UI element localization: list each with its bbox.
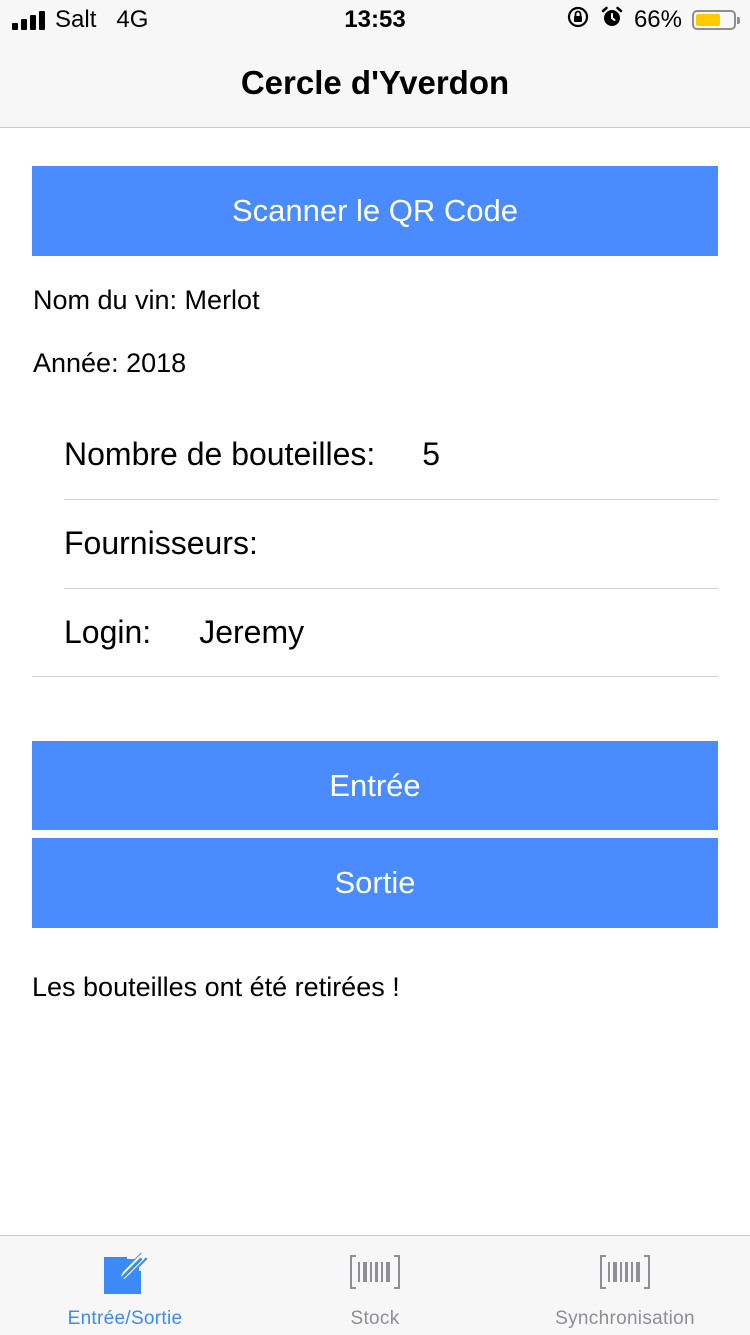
bottles-label: Nombre de bouteilles: — [64, 436, 376, 472]
suppliers-label: Fournisseurs: — [64, 525, 258, 561]
wine-year-text: Année: 2018 — [33, 348, 187, 378]
navigation-bar: Cercle d'Yverdon — [0, 40, 750, 128]
battery-level — [696, 14, 720, 26]
tab-label-entree-sortie: Entrée/Sortie — [67, 1308, 183, 1329]
edit-icon — [0, 1250, 250, 1294]
login-row: Login: Jeremy — [64, 588, 718, 677]
battery-percent: 66% — [633, 6, 682, 33]
status-right: 66% — [566, 5, 740, 36]
tab-entree-sortie[interactable]: Entrée/Sortie — [0, 1236, 250, 1335]
tab-stock[interactable]: Stock — [250, 1236, 500, 1335]
wine-name-text: Nom du vin: Merlot — [33, 285, 260, 315]
entree-button[interactable]: Entrée — [32, 741, 718, 830]
tab-synchronisation[interactable]: Synchronisation — [500, 1236, 750, 1335]
login-label: Login: — [64, 614, 152, 650]
tab-label-synchronisation: Synchronisation — [555, 1308, 695, 1329]
status-message: Les bouteilles ont été retirées ! — [32, 972, 400, 1002]
status-bar: Salt 4G 13:53 66% — [0, 0, 750, 40]
page-title: Cercle d'Yverdon — [240, 64, 510, 101]
scan-qr-button[interactable]: Scanner le QR Code — [32, 166, 718, 256]
alarm-icon — [600, 5, 624, 36]
divider — [32, 676, 718, 677]
tab-label-stock: Stock — [350, 1308, 400, 1329]
battery-icon — [692, 10, 740, 30]
barcode-icon — [250, 1250, 500, 1294]
suppliers-field[interactable] — [278, 524, 718, 564]
suppliers-row: Fournisseurs: — [64, 499, 718, 589]
bottles-row: Nombre de bouteilles: 5 — [64, 410, 718, 500]
login-field[interactable]: Jeremy — [199, 614, 304, 651]
rotation-lock-icon — [566, 5, 590, 36]
barcode-icon — [500, 1250, 750, 1294]
tab-bar: Entrée/Sortie Stock Synchronisation — [0, 1235, 750, 1335]
sortie-button[interactable]: Sortie — [32, 838, 718, 928]
bottles-count-field[interactable]: 5 — [422, 436, 440, 473]
